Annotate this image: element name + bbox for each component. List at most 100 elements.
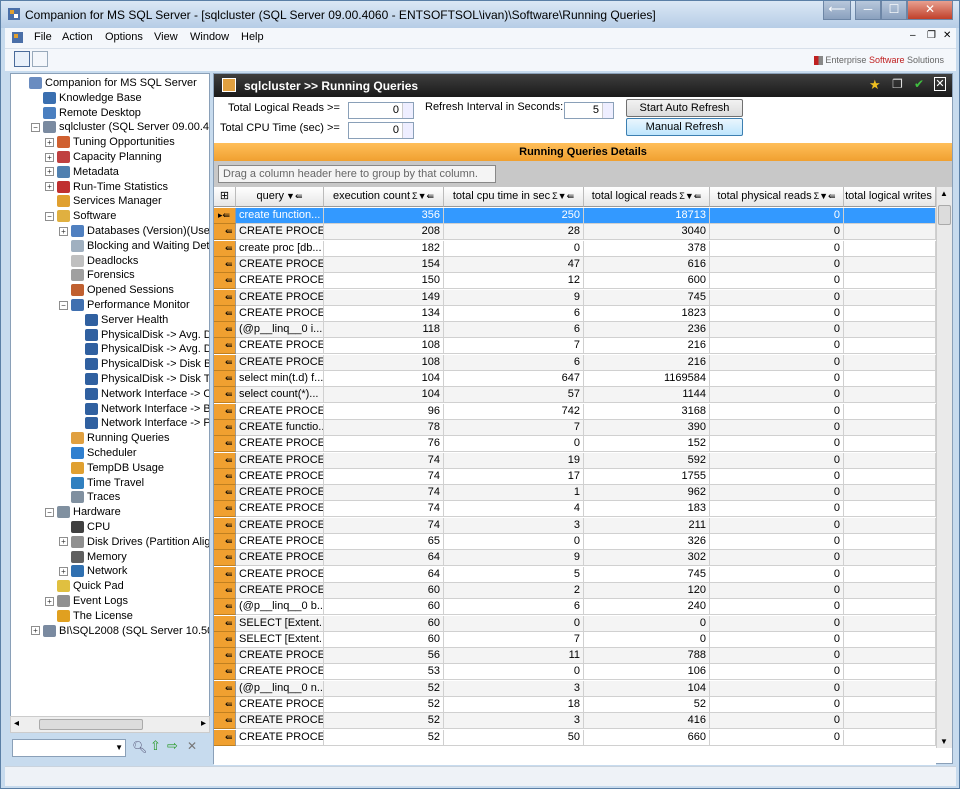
table-cell[interactable]: 60 (324, 582, 444, 599)
table-cell[interactable]: CREATE PROCE... (236, 256, 324, 273)
row-selector-icon[interactable]: ⇚ (214, 566, 236, 583)
row-selector-icon[interactable]: ⇚ (214, 322, 236, 339)
row-selector-icon[interactable]: ⇚ (214, 534, 236, 550)
row-selector-icon[interactable]: ⇚ (214, 485, 236, 502)
table-row[interactable]: ⇚CREATE PROCE...5234160 (214, 713, 936, 730)
table-cell-empty[interactable] (844, 387, 936, 404)
row-selector-icon[interactable]: ⇚ (214, 729, 236, 746)
table-cell[interactable]: 52 (324, 697, 444, 713)
table-cell-empty[interactable] (844, 729, 936, 746)
tree-node[interactable]: + Network (59, 564, 127, 579)
table-cell[interactable]: 0 (444, 615, 584, 632)
table-cell[interactable]: 0 (710, 387, 844, 404)
table-cell[interactable]: 0 (710, 566, 844, 583)
table-cell[interactable]: 104 (584, 680, 710, 697)
row-selector-icon[interactable]: ⇚ (214, 305, 236, 322)
table-cell[interactable]: select count(*)... (236, 387, 324, 404)
table-cell[interactable]: 108 (324, 354, 444, 371)
table-cell[interactable]: 0 (710, 664, 844, 681)
row-selector-icon[interactable]: ⇚ (214, 273, 236, 290)
filter-sum-icon[interactable]: Σ▼⇚ (814, 191, 836, 201)
tree-node[interactable]: Forensics (59, 268, 135, 283)
mdi-restore-icon[interactable]: ❐ (927, 30, 936, 41)
table-cell[interactable]: 0 (584, 631, 710, 648)
table-cell[interactable]: 152 (584, 436, 710, 453)
tree-node[interactable]: Traces (59, 490, 120, 505)
table-cell[interactable]: 6 (444, 305, 584, 322)
table-cell[interactable]: 18 (444, 697, 584, 713)
table-cell[interactable]: 18713 (584, 208, 710, 224)
row-selector-icon[interactable]: ⇚ (214, 403, 236, 420)
tree-node[interactable]: Companion for MS SQL Server (17, 76, 197, 91)
table-cell[interactable]: 416 (584, 713, 710, 730)
table-cell[interactable]: 0 (710, 338, 844, 355)
tree-node[interactable]: Quick Pad (45, 579, 124, 594)
tree-node[interactable]: Server Health (73, 313, 168, 328)
table-row[interactable]: ⇚ (@p__linq__0 n... 52 3 104 0 (214, 680, 936, 697)
table-cell[interactable]: 0 (710, 485, 844, 502)
table-cell-empty[interactable] (844, 680, 936, 697)
tree-node[interactable]: Network Interface -> Output Queue (73, 387, 209, 402)
tree-node[interactable]: PhysicalDisk -> Avg. Disk sec/Write (73, 342, 209, 357)
table-cell[interactable]: 0 (710, 534, 844, 550)
table-cell[interactable]: 0 (710, 697, 844, 713)
table-cell[interactable]: 96 (324, 403, 444, 420)
menu-file[interactable]: File (34, 31, 52, 43)
table-cell[interactable]: create function... (236, 208, 324, 224)
arrow-up-icon[interactable]: ⇧ (150, 738, 161, 754)
tree-node[interactable]: + Tuning Opportunities (45, 135, 175, 150)
table-cell[interactable]: 1 (444, 485, 584, 502)
table-cell[interactable]: 240 (584, 599, 710, 616)
table-cell[interactable]: CREATE PROCE... (236, 338, 324, 355)
tree-node[interactable]: + BI\SQL2008 (SQL Server 10.50.1617) (31, 624, 209, 639)
table-row[interactable]: ⇚ CREATE PROCE...7441830 (214, 501, 936, 518)
table-cell[interactable]: 0 (444, 436, 584, 453)
table-cell[interactable]: create proc [db... (236, 240, 324, 257)
table-row[interactable]: ⇚CREATE PROCE...56117880 (214, 648, 936, 665)
table-cell[interactable]: 74 (324, 501, 444, 518)
minimize-button[interactable]: ─ (855, 1, 881, 20)
table-cell-empty[interactable] (844, 615, 936, 632)
table-cell[interactable]: 0 (710, 729, 844, 746)
table-cell[interactable]: 7 (444, 419, 584, 436)
table-cell[interactable]: 0 (710, 648, 844, 665)
table-cell[interactable]: 3 (444, 680, 584, 697)
scroll-up-icon[interactable]: ▲ (940, 189, 948, 198)
table-cell-empty[interactable] (844, 534, 936, 550)
table-cell[interactable]: 302 (584, 550, 710, 567)
tree-node[interactable]: + Event Logs (45, 594, 128, 609)
table-cell[interactable]: 788 (584, 648, 710, 665)
row-selector-icon[interactable]: ⇚ (214, 697, 236, 713)
mdi-minimize-icon[interactable]: – (910, 30, 916, 41)
table-cell[interactable]: 0 (710, 224, 844, 241)
table-cell-empty[interactable] (844, 273, 936, 290)
table-cell[interactable]: 7 (444, 631, 584, 648)
grid-vertical-scrollbar[interactable]: ▲ ▼ (936, 187, 952, 748)
table-cell-empty[interactable] (844, 208, 936, 224)
table-cell[interactable]: CREATE PROCE... (236, 273, 324, 290)
row-selector-icon[interactable]: ⇚ (214, 354, 236, 371)
tree-node[interactable]: − Software (45, 209, 116, 224)
refresh-interval-stepper[interactable]: 5 (564, 102, 614, 119)
table-cell-empty[interactable] (844, 517, 936, 534)
column-header[interactable]: execution count Σ▼⇚ (324, 187, 444, 207)
table-row[interactable]: ⇚ SELECT [Extent... 60 0 0 0 (214, 615, 936, 632)
table-cell[interactable]: (@p__linq__0 n... (236, 680, 324, 697)
table-cell[interactable]: 592 (584, 452, 710, 469)
menu-options[interactable]: Options (105, 31, 143, 43)
column-chooser-icon[interactable]: ⊞ (214, 187, 236, 207)
table-cell-empty[interactable] (844, 599, 936, 616)
table-cell[interactable]: 74 (324, 452, 444, 469)
column-header[interactable]: total cpu time in sec Σ▼⇚ (444, 187, 584, 207)
table-cell[interactable]: 64 (324, 566, 444, 583)
table-cell[interactable]: 9 (444, 289, 584, 306)
table-cell[interactable]: 74 (324, 485, 444, 502)
table-cell[interactable]: 0 (710, 256, 844, 273)
clear-icon[interactable]: ✕ (187, 739, 197, 753)
spin-arrows-icon[interactable] (602, 103, 613, 118)
table-row[interactable]: ⇚ CREATE PROCE...7419620 (214, 485, 936, 502)
row-selector-icon[interactable]: ⇚ (214, 452, 236, 469)
expand-icon[interactable]: + (59, 226, 68, 236)
table-cell[interactable]: CREATE PROCE... (236, 729, 324, 746)
tree-node[interactable]: + Metadata (45, 165, 119, 180)
